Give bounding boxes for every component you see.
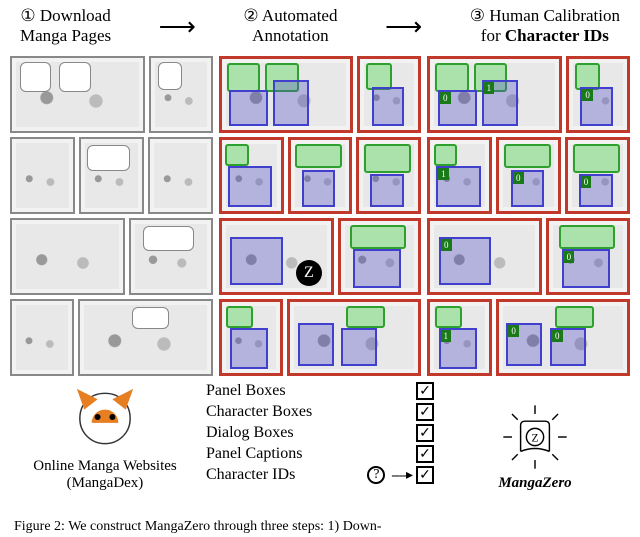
step1-line1: ① Download [20, 6, 110, 25]
checklist-label: Panel Captions [206, 445, 410, 463]
checklist-row: Character Boxes ✓ [206, 403, 434, 421]
brand-name: MangaZero [498, 475, 571, 492]
step2-line1: ② Automated [243, 6, 337, 25]
raw-panel [148, 137, 213, 214]
raw-panel [10, 56, 145, 133]
checkbox-icon: ✓ [416, 424, 434, 442]
step-3-title: ③ Human Calibration for Character IDs [470, 6, 620, 45]
step-2-title: ② Automated Annotation [243, 6, 337, 45]
calib-panel: 1 [427, 299, 491, 376]
checklist-row: Panel Boxes ✓ [206, 382, 434, 400]
step3-line1: ③ Human Calibration [470, 6, 620, 25]
question-icon: ? [367, 466, 385, 484]
step2-line2: Annotation [243, 26, 337, 46]
raw-panel [10, 218, 125, 295]
checklist-label: Panel Boxes [206, 382, 410, 400]
bottom-row: Online Manga Websites (MangaDex) Panel B… [0, 376, 640, 512]
checkbox-icon: ✓ [416, 382, 434, 400]
raw-panel [149, 56, 213, 133]
anno-panel: Z [219, 218, 334, 295]
calib-panel: 0 [496, 137, 561, 214]
pipeline-header: ① Download Manga Pages ⟶ ② Automated Ann… [0, 0, 640, 56]
raw-panel [129, 218, 212, 295]
anno-panel [338, 218, 422, 295]
raw-panel [10, 299, 74, 376]
mangadex-icon [68, 380, 142, 454]
anno-panel [287, 299, 421, 376]
char-id: 0 [552, 330, 563, 342]
step1-line2: Manga Pages [20, 26, 111, 46]
checkbox-icon: ✓ [416, 403, 434, 421]
checklist-row: Panel Captions ✓ [206, 445, 434, 463]
checklist-row: Dialog Boxes ✓ [206, 424, 434, 442]
checklist: Panel Boxes ✓ Character Boxes ✓ Dialog B… [206, 380, 434, 512]
step3-pre: for [481, 26, 505, 45]
checklist-label: Dialog Boxes [206, 424, 410, 442]
calib-panel: 0 1 [427, 56, 561, 133]
mangazero-logo-icon: Z [499, 401, 571, 473]
step3-bold: Character IDs [505, 26, 609, 45]
checklist-row: Character IDs ? ----▸ ✓ [206, 466, 434, 484]
anno-panel [356, 137, 421, 214]
brand-block: Z MangaZero [440, 380, 630, 512]
calib-panel: 0 [546, 218, 630, 295]
calib-panel: 0 [427, 218, 542, 295]
anno-panel [357, 56, 421, 133]
dashed-arrow-icon: ----▸ [391, 467, 412, 484]
calib-panel: 1 [427, 137, 492, 214]
calib-panel: 0 0 [496, 299, 630, 376]
raw-panel [79, 137, 144, 214]
arrow-2: ⟶ [385, 6, 422, 42]
col-raw [10, 56, 213, 376]
checkbox-icon: ✓ [416, 466, 434, 484]
char-id: 1 [484, 82, 495, 94]
anno-panel [219, 137, 284, 214]
char-id: 1 [441, 330, 452, 342]
char-id: 0 [508, 325, 519, 337]
raw-panel [78, 299, 213, 376]
checklist-label: Character Boxes [206, 403, 410, 421]
col-calibrated: 0 1 0 1 0 0 0 [427, 56, 630, 376]
arrow-1: ⟶ [159, 6, 196, 42]
char-id: 1 [438, 168, 449, 180]
char-id: 0 [441, 239, 452, 251]
anno-panel [219, 299, 283, 376]
step-1-title: ① Download Manga Pages [20, 6, 111, 45]
figure-caption: Figure 2: We construct MangaZero through… [0, 519, 640, 537]
anno-panel [288, 137, 353, 214]
checkbox-icon: ✓ [416, 445, 434, 463]
checklist-label: Character IDs [206, 466, 361, 484]
source-label-2: (MangaDex) [10, 475, 200, 492]
char-id: 0 [582, 89, 593, 101]
calib-panel: 0 [565, 137, 630, 214]
svg-text:Z: Z [531, 432, 538, 444]
char-id: 0 [440, 92, 451, 104]
col-auto: Z [219, 56, 422, 376]
char-id: 0 [564, 251, 575, 263]
z-badge-icon: Z [296, 260, 322, 286]
char-id: 0 [581, 176, 592, 188]
source-block: Online Manga Websites (MangaDex) [10, 380, 200, 512]
anno-panel [219, 56, 353, 133]
source-label-1: Online Manga Websites [10, 458, 200, 475]
raw-panel [10, 137, 75, 214]
pipeline-columns: Z 0 1 [0, 56, 640, 376]
calib-panel: 0 [566, 56, 630, 133]
char-id: 0 [513, 172, 524, 184]
